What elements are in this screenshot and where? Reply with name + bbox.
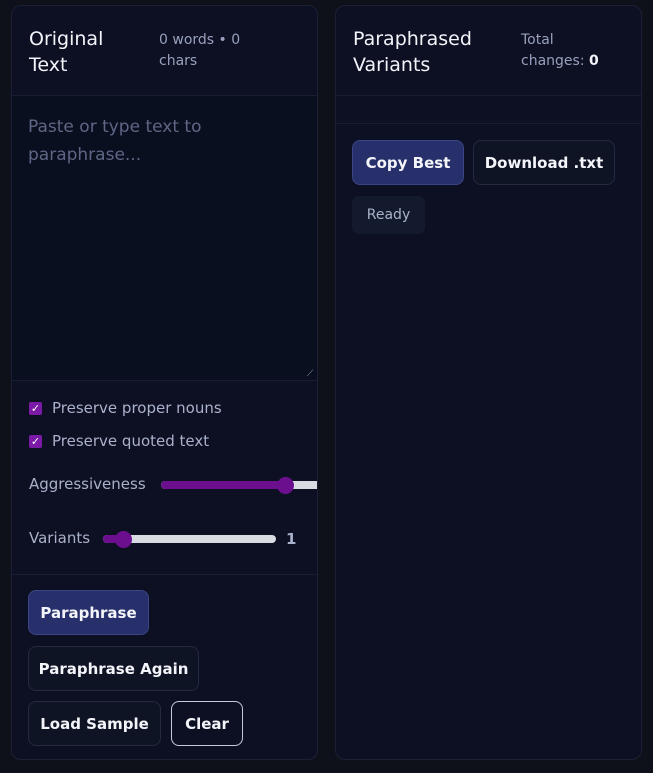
meta-separator: •	[218, 32, 227, 48]
variants-slider[interactable]	[103, 530, 276, 548]
variants-label: Variants	[29, 529, 91, 547]
clear-button[interactable]: Clear	[171, 701, 243, 746]
original-text-title: Original Text	[29, 28, 104, 76]
copy-best-button[interactable]: Copy Best	[352, 140, 464, 185]
chars-label: chars	[159, 53, 198, 69]
preserve-proper-nouns-checkbox[interactable]: ✓	[29, 401, 42, 415]
aggressiveness-slider-fill	[161, 481, 286, 489]
preserve-quoted-text-label: Preserve quoted text	[52, 432, 210, 450]
controls-divider	[12, 574, 317, 575]
original-text-header: Original Text 0 words • 0 chars	[12, 6, 317, 96]
char-count: 0	[231, 32, 241, 48]
paraphrased-variants-header: Paraphrased Variants Total changes: 0	[336, 6, 641, 96]
preserve-proper-nouns-option[interactable]: ✓ Preserve proper nouns	[29, 399, 222, 417]
preserve-quoted-text-checkbox[interactable]: ✓	[29, 434, 42, 448]
download-txt-button[interactable]: Download .txt	[473, 140, 615, 185]
paraphrased-variants-panel: Paraphrased Variants Total changes: 0 Co…	[335, 5, 642, 760]
text-input-area: ⟋	[12, 96, 317, 381]
preserve-proper-nouns-label: Preserve proper nouns	[52, 399, 222, 417]
aggressiveness-slider-thumb[interactable]	[276, 476, 294, 494]
status-badge: Ready	[352, 196, 425, 234]
original-text-input[interactable]	[12, 96, 317, 380]
total-changes: Total changes: 0	[521, 30, 621, 72]
word-count: 0	[159, 32, 168, 48]
paraphrase-button[interactable]: Paraphrase	[28, 590, 149, 635]
load-sample-button[interactable]: Load Sample	[28, 701, 161, 746]
total-changes-label: Total changes:	[521, 32, 585, 69]
aggressiveness-label: Aggressiveness	[29, 475, 146, 493]
aggressiveness-slider[interactable]	[161, 476, 317, 494]
variants-value: 1	[286, 530, 297, 548]
paraphrase-again-button[interactable]: Paraphrase Again	[28, 646, 199, 691]
preserve-quoted-text-option[interactable]: ✓ Preserve quoted text	[29, 432, 209, 450]
original-text-panel: Original Text 0 words • 0 chars ⟋ ✓ Pres…	[11, 5, 318, 760]
total-changes-value: 0	[589, 53, 599, 69]
word-char-count: 0 words • 0 chars	[159, 30, 269, 72]
words-label: words	[172, 32, 215, 48]
paraphrased-variants-title: Paraphrased Variants	[353, 28, 472, 76]
variants-slider-thumb[interactable]	[115, 530, 133, 548]
resize-grip-icon[interactable]: ⟋	[307, 370, 315, 379]
header-sub-divider	[336, 123, 641, 124]
